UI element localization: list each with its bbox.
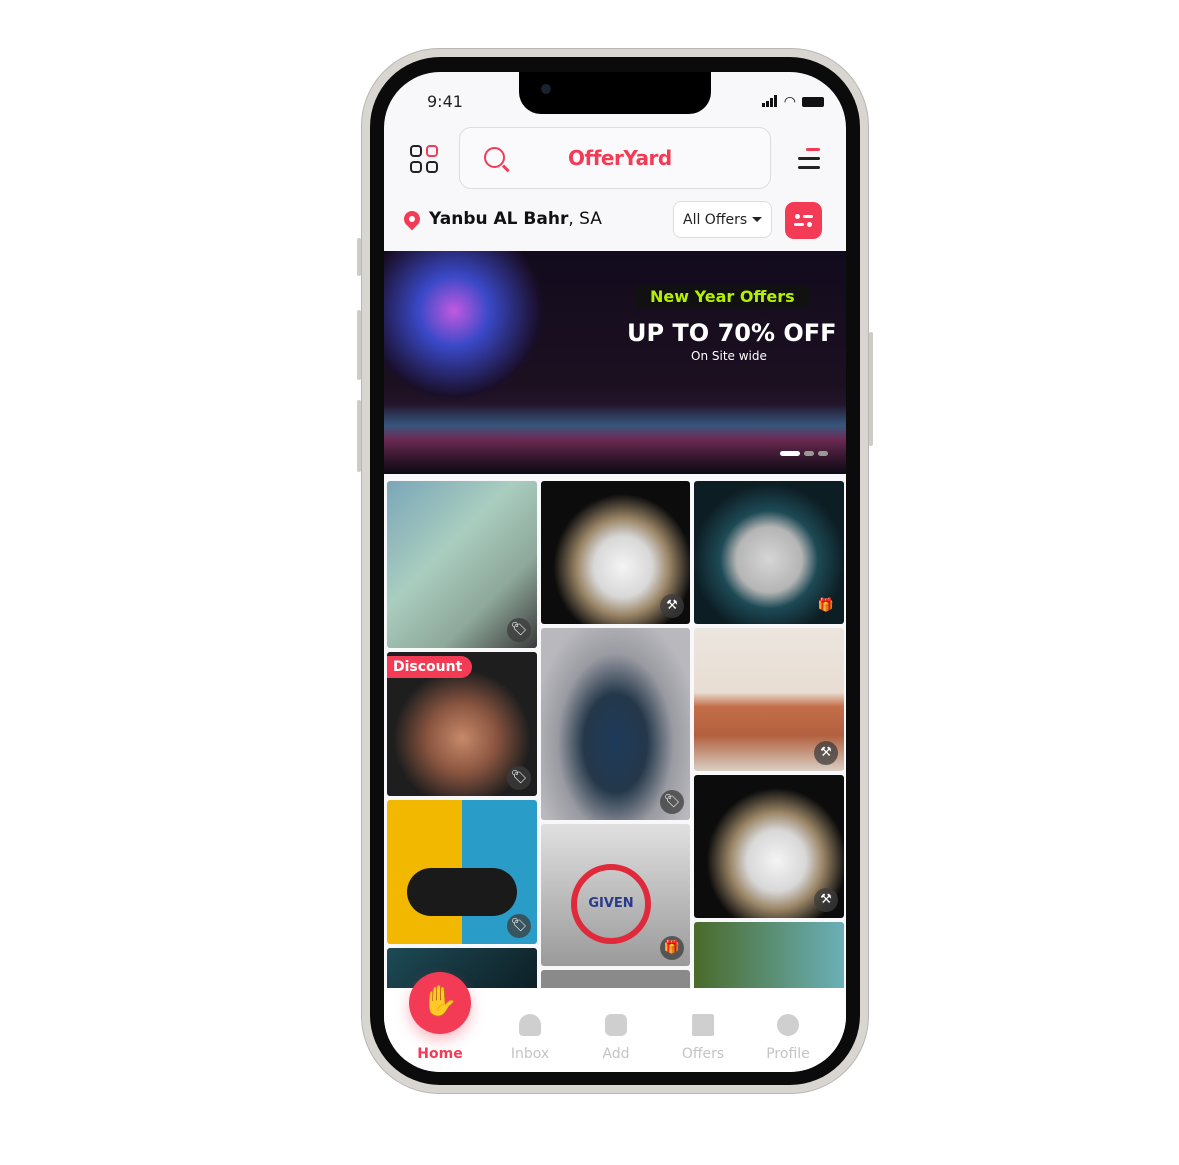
product-tile-sofa[interactable]: ⚒: [694, 628, 844, 771]
banner-subtitle: On Site wide: [691, 349, 767, 363]
dropdown-value: All Offers: [683, 212, 748, 228]
battery-icon: [802, 96, 824, 107]
banner-tag: New Year Offers: [636, 285, 809, 308]
auction-icon: ⚒: [814, 888, 838, 912]
promo-banner[interactable]: New Year Offers UP TO 70% OFF On Site wi…: [384, 251, 846, 474]
nav-label: Profile: [766, 1046, 810, 1062]
user-icon: [777, 1014, 799, 1036]
nav-label: Offers: [681, 1046, 725, 1062]
signal-icon: [761, 92, 778, 111]
location-label[interactable]: Yanbu AL Bahr, SA: [429, 209, 602, 229]
gift-icon: 🎁: [660, 936, 684, 960]
nav-add[interactable]: Add: [576, 1014, 656, 1062]
tag-icon: 🏷: [507, 618, 531, 642]
bell-icon: [519, 1014, 541, 1036]
nav-label: Add: [602, 1046, 630, 1062]
discount-badge: Discount: [387, 656, 473, 678]
product-tile-bicycle[interactable]: GIVEN 🎁: [541, 824, 690, 966]
apps-grid-icon[interactable]: [410, 145, 438, 173]
product-tile-controller[interactable]: 🏷: [387, 800, 537, 944]
nav-inbox[interactable]: Inbox: [490, 1014, 570, 1062]
offers-dropdown[interactable]: All Offers: [673, 201, 772, 238]
cart-icon: [692, 1014, 714, 1036]
tag-icon: 🏷: [507, 914, 531, 938]
tag-icon: 🏷: [507, 766, 531, 790]
product-tile-sneakers[interactable]: ⚒: [541, 481, 690, 624]
status-icons: ◠: [761, 92, 824, 111]
product-tile-sneakers-2[interactable]: ⚒: [694, 775, 844, 918]
location-pin-icon: [400, 207, 424, 231]
auction-icon: ⚒: [660, 594, 684, 618]
nav-offers[interactable]: Offers: [663, 1014, 743, 1062]
camera-icon: [605, 1014, 627, 1036]
banner-headline: UP TO 70% OFF: [627, 319, 837, 347]
auction-icon: ⚒: [814, 741, 838, 765]
tag-icon: 🏷: [660, 790, 684, 814]
app-screen: 9:41 ◠ OfferYard Yanbu AL Bahr, SA All O…: [384, 72, 846, 1072]
nav-home-label[interactable]: Home: [400, 1046, 480, 1062]
search-icon[interactable]: [484, 147, 505, 168]
nav-profile[interactable]: Profile: [748, 1014, 828, 1062]
nav-home-button[interactable]: ✋: [409, 972, 471, 1034]
nav-label: Inbox: [510, 1046, 550, 1062]
location-country: , SA: [568, 209, 602, 229]
product-tile-headphones[interactable]: 🎁: [694, 481, 844, 624]
product-tile-mixer[interactable]: Discount 🏷: [387, 652, 537, 796]
product-tile-deer[interactable]: 🏷: [541, 628, 690, 820]
city-skyline-image: [384, 404, 846, 474]
product-tile-partial[interactable]: [694, 922, 844, 992]
given-stamp: GIVEN: [571, 864, 651, 944]
volume-down-button: [357, 400, 361, 472]
volume-up-button: [357, 310, 361, 380]
mute-switch: [357, 238, 361, 276]
menu-back-icon[interactable]: [792, 148, 820, 175]
filter-button[interactable]: [785, 202, 822, 239]
app-logo: OfferYard: [568, 146, 672, 170]
bottom-nav: ✋ Home Inbox Add Offers Profile: [384, 972, 846, 1072]
status-time: 9:41: [427, 92, 463, 111]
home-hand-icon: ✋: [421, 984, 459, 1019]
gift-icon: 🎁: [817, 598, 835, 613]
caret-down-icon: [752, 217, 763, 222]
search-bar[interactable]: OfferYard: [459, 127, 771, 189]
notch: [519, 72, 711, 114]
power-button: [869, 332, 873, 446]
location-city: Yanbu AL Bahr: [429, 209, 569, 229]
wifi-icon: ◠: [783, 93, 796, 110]
product-tile-phone[interactable]: 🏷: [387, 481, 537, 648]
carousel-dots[interactable]: [780, 451, 828, 456]
